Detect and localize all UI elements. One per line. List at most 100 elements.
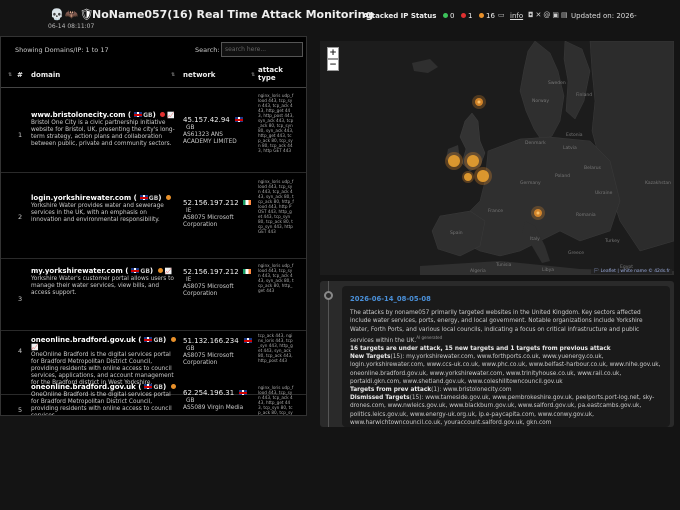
col-domain[interactable]: domain: [31, 71, 60, 79]
domain-link[interactable]: www.bristolonecity.com: [31, 111, 125, 119]
info-link[interactable]: info: [510, 12, 523, 20]
green-dot-icon: [443, 13, 448, 18]
domain-link[interactable]: login.yorkshirewater.com: [31, 194, 131, 202]
new-targets: New Targets(15): my.yorkshirewater.com, …: [350, 354, 661, 385]
map-label: Spain: [450, 231, 463, 236]
network-cell: 45.157.42.94 GB AS61323 ANS ACADEMY LIMI…: [183, 117, 253, 146]
table-row[interactable]: 2 login.yorkshirewater.com (GB) Yorkshir…: [1, 173, 306, 259]
map-label: Norway: [532, 99, 550, 104]
orange-dot-icon: [479, 13, 484, 18]
gb-flag-icon: [144, 337, 153, 342]
attacked-status-label: Attacked IP Status: [363, 12, 437, 20]
gb-flag-icon: [239, 390, 248, 395]
map-label: Latvia: [563, 146, 577, 151]
ip-address[interactable]: 52.156.197.212: [183, 268, 239, 276]
timeline-headline: 16 targets are under attack, 15 new targ…: [350, 345, 611, 352]
logo-icons: 💀🦇🛡: [50, 8, 95, 21]
page-header: 💀🦇🛡 NoName057(16) Real Time Attack Monit…: [0, 0, 680, 36]
col-attack-type[interactable]: attack type: [258, 66, 288, 82]
attack-types: nginx_loris udp_flood 443, tcp_syn 443, …: [258, 385, 294, 415]
ip-address[interactable]: 52.156.197.212: [183, 199, 239, 207]
domain-description: OneOnline Bradford is the digital servic…: [31, 392, 172, 416]
map-label: Romania: [576, 213, 596, 218]
gb-flag-icon: [131, 268, 140, 273]
table-row[interactable]: 3 my.yorkshirewater.com (GB) 📈 Yorkshire…: [1, 259, 306, 331]
gb-flag-icon: [139, 195, 148, 200]
timeline-card: 2026-06-14_08-05-08 The attacks by nonam…: [342, 286, 670, 427]
attack-timeline: 2026-06-14_08-05-08 The attacks by nonam…: [320, 281, 674, 427]
chart-icon[interactable]: 📈: [31, 344, 175, 351]
updated-label: Updated on: 2026-: [571, 12, 637, 20]
timeline-dot-icon: [324, 291, 333, 300]
sort-icon[interactable]: ⇅: [251, 72, 255, 78]
ip-address[interactable]: 51.132.166.234: [183, 337, 239, 345]
domain-description: Yorkshire Water provides water and sewer…: [31, 203, 164, 223]
attack-map[interactable]: Sweden Finland Norway Denmark Estonia La…: [320, 41, 674, 275]
map-label: Tunisia: [496, 263, 512, 268]
zoom-out-button[interactable]: −: [327, 59, 339, 71]
bluesky-icon[interactable]: ▤: [561, 11, 570, 19]
map-label: Greece: [568, 251, 585, 256]
timeline-summary: The attacks by noname057 primarily targe…: [350, 310, 643, 344]
table-row[interactable]: 1 www.bristolonecity.com (GB) 📈 Bristol …: [1, 89, 306, 173]
ie-flag-icon: [242, 200, 251, 205]
map-label: Libya: [542, 268, 555, 273]
zoom-in-button[interactable]: +: [327, 47, 339, 59]
red-dot-icon: [461, 13, 466, 18]
row-number: 2: [18, 213, 23, 221]
status-dot-icon: [170, 337, 176, 342]
network-cell: 51.132.166.234 GB AS8075 Microsoft Corpo…: [183, 338, 253, 367]
asn: AS8075 Microsoft Corporation: [183, 284, 234, 297]
map-label: Belarus: [584, 166, 601, 171]
sort-icon[interactable]: ⇅: [171, 72, 175, 78]
map-label: Italy: [530, 237, 540, 242]
map-attribution[interactable]: 🏳 Leaflet | white name © 42ds.fr: [591, 269, 672, 274]
timeline-line: [328, 281, 329, 427]
map-label: Sweden: [548, 81, 566, 86]
status-red-count: 1: [461, 12, 472, 20]
map-label: France: [488, 209, 503, 214]
telegram-icon[interactable]: ▣: [552, 11, 561, 19]
row-number: 3: [18, 295, 23, 303]
ip-address[interactable]: 45.157.42.94: [183, 116, 230, 124]
map-label: Denmark: [525, 141, 546, 146]
domain-link[interactable]: my.yorkshirewater.com: [31, 267, 123, 275]
showing-count: Showing Domains/IP: 1 to 17: [15, 46, 109, 54]
table-header: ⇅ # domain ⇅ network ⇅ attack type: [1, 64, 306, 88]
row-number: 4: [18, 347, 23, 355]
gb-flag-icon: [234, 117, 243, 122]
map-land: [320, 41, 674, 275]
chart-icon[interactable]: 📈: [167, 112, 174, 119]
ip-country: IE: [186, 208, 192, 214]
github-icon[interactable]: ◘: [528, 11, 536, 19]
domain-cell: www.bristolonecity.com (GB) 📈 Bristol On…: [31, 111, 175, 147]
prev-targets: Targets from prev attack(1): www.bristol…: [350, 386, 512, 393]
gb-flag-icon: [144, 384, 153, 389]
social-icons: ◘✕@▣▤: [528, 11, 570, 19]
network-cell: 62.254.196.31 GB AS5089 Virgin Media: [183, 390, 253, 412]
ip-address[interactable]: 62.254.196.31: [183, 389, 234, 397]
domain-cell: oneonline.bradford.gov.uk (GB) OneOnline…: [31, 383, 176, 416]
ip-country: GB: [186, 398, 195, 404]
network-cell: 52.156.197.212 IE AS8075 Microsoft Corpo…: [183, 269, 253, 298]
ip-country: GB: [186, 346, 195, 352]
chart-icon[interactable]: 📈: [165, 268, 172, 275]
asn: AS5089 Virgin Media: [183, 405, 244, 411]
map-label: Germany: [520, 181, 541, 186]
network-cell: 52.156.197.212 IE AS8075 Microsoft Corpo…: [183, 200, 253, 229]
map-label: Algeria: [470, 269, 486, 274]
domain-link[interactable]: oneonline.bradford.gov.uk: [31, 336, 136, 344]
col-network[interactable]: network: [183, 71, 215, 79]
status-green-count: 0: [443, 12, 454, 20]
search-input[interactable]: [221, 42, 303, 57]
sort-icon[interactable]: ⇅: [8, 72, 12, 78]
row-number: 1: [18, 131, 23, 139]
map-label: Turkey: [605, 239, 620, 244]
domain-link[interactable]: oneonline.bradford.gov.uk: [31, 383, 136, 391]
targets-table-panel: Showing Domains/IP: 1 to 17 Search: ⇅ # …: [0, 36, 307, 416]
domain-description: Bristol One City is a civic partnership …: [31, 120, 175, 147]
col-index[interactable]: #: [17, 71, 23, 79]
asn: AS8075 Microsoft Corporation: [183, 215, 234, 228]
status-dot-icon: [170, 384, 176, 389]
table-row[interactable]: 5 oneonline.bradford.gov.uk (GB) OneOnli…: [1, 379, 306, 416]
